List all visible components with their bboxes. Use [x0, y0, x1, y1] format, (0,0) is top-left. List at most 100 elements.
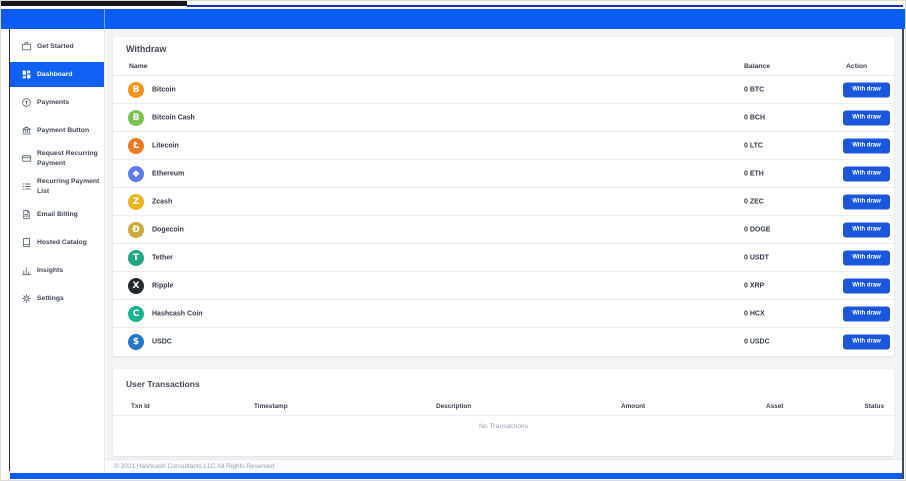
- sidebar-item-payment-button[interactable]: Payment Button: [10, 118, 104, 143]
- table-row: Z Zcash 0 ZEC With draw: [113, 187, 894, 215]
- footer: © 2021 Hashcash Consultants LLC All Righ…: [106, 459, 902, 473]
- payments-circle-icon: [21, 97, 32, 108]
- transactions-table-header: Txn Id Timestamp Description Amount Asset Sta…: [113, 397, 894, 416]
- sidebar-item-label: Request Recurring Payment: [37, 149, 100, 167]
- column-header-action: Action: [846, 63, 867, 70]
- withdraw-button[interactable]: With draw: [843, 194, 890, 209]
- column-header-name: Name: [129, 63, 148, 70]
- window-top-strip: [1, 1, 187, 6]
- coin-name: Hashcash Coin: [152, 310, 203, 317]
- table-row: Ł Litecoin 0 LTC With draw: [113, 131, 894, 159]
- hashcash-coin-icon: C: [128, 306, 144, 322]
- withdraw-button[interactable]: With draw: [843, 334, 890, 349]
- txn-column-status: Status: [864, 403, 884, 410]
- header-divider: [104, 9, 105, 29]
- sidebar-item-label: Payment Button: [37, 126, 89, 135]
- bank-icon: [21, 125, 32, 136]
- sidebar-item-email-billing[interactable]: Email Billing: [10, 202, 104, 227]
- coin-name: Litecoin: [152, 142, 179, 149]
- briefcase-icon: [21, 41, 32, 52]
- dogecoin-icon: Ð: [128, 222, 144, 238]
- gear-icon: [21, 293, 32, 304]
- transactions-empty-message: No Transactions: [113, 423, 894, 430]
- bottom-blue-bar: [10, 473, 902, 479]
- withdraw-button[interactable]: With draw: [843, 138, 890, 153]
- coin-balance: 0 LTC: [744, 142, 763, 149]
- coin-balance: 0 HCX: [744, 310, 765, 317]
- book-icon: [21, 237, 32, 248]
- window-top-line: [187, 5, 903, 7]
- withdraw-button[interactable]: With draw: [843, 278, 890, 293]
- transactions-card: User Transactions Txn Id Timestamp Descrip…: [113, 369, 894, 456]
- sidebar-item-settings[interactable]: Settings: [10, 286, 104, 311]
- txn-column-asset: Asset: [766, 403, 783, 410]
- zcash-icon: Z: [128, 194, 144, 210]
- main-content: Withdraw Name Balance Action B Bitcoin 0…: [106, 29, 902, 459]
- coin-balance: 0 ZEC: [744, 198, 764, 205]
- tether-icon: T: [128, 250, 144, 266]
- withdraw-title: Withdraw: [113, 37, 894, 54]
- coin-balance: 0 USDC: [744, 338, 770, 345]
- table-row: $ USDC 0 USDC With draw: [113, 327, 894, 355]
- coin-balance: 0 DOGE: [744, 226, 770, 233]
- coin-balance: 0 XRP: [744, 282, 764, 289]
- table-row: ◆ Ethereum 0 ETH With draw: [113, 159, 894, 187]
- sidebar-item-payments[interactable]: Payments: [10, 90, 104, 115]
- column-header-balance: Balance: [744, 63, 770, 70]
- coin-name: Ripple: [152, 282, 173, 289]
- bar-chart-icon: [21, 265, 32, 276]
- table-row: X Ripple 0 XRP With draw: [113, 271, 894, 299]
- withdraw-button[interactable]: With draw: [843, 306, 890, 321]
- ethereum-icon: ◆: [128, 166, 144, 182]
- bitcoin-cash-icon: B: [128, 110, 144, 126]
- table-row: Ð Dogecoin 0 DOGE With draw: [113, 215, 894, 243]
- txn-column-timestamp: Timestamp: [254, 403, 288, 410]
- bitcoin-icon: B: [128, 82, 144, 98]
- coin-balance: 0 BCH: [744, 114, 765, 121]
- coin-name: Zcash: [152, 198, 172, 205]
- sidebar-item-request-recurring-payment[interactable]: Request Recurring Payment: [10, 146, 104, 171]
- coin-balance: 0 ETH: [744, 170, 764, 177]
- withdraw-button[interactable]: With draw: [843, 166, 890, 181]
- withdraw-button[interactable]: With draw: [843, 250, 890, 265]
- coin-name: USDC: [152, 338, 172, 345]
- withdraw-card: Withdraw Name Balance Action B Bitcoin 0…: [113, 37, 894, 356]
- table-row: B Bitcoin 0 BTC With draw: [113, 75, 894, 103]
- sidebar-item-insights[interactable]: Insights: [10, 258, 104, 283]
- txn-column-amount: Amount: [621, 403, 645, 410]
- coin-balance: 0 USDT: [744, 254, 769, 261]
- coin-balance: 0 BTC: [744, 86, 764, 93]
- sidebar-item-hosted-catalog[interactable]: Hosted Catalog: [10, 230, 104, 255]
- litecoin-icon: Ł: [128, 138, 144, 154]
- sidebar-item-label: Email Billing: [37, 210, 78, 219]
- payment-card-icon: [21, 153, 32, 164]
- sidebar-item-label: Hosted Catalog: [37, 238, 87, 247]
- app-window: Get Started Dashboard Payments Payment B…: [0, 0, 906, 481]
- withdraw-table-header: Name Balance Action: [113, 54, 894, 75]
- sidebar-item-dashboard[interactable]: Dashboard: [10, 62, 104, 87]
- txn-column-txn-id: Txn Id: [131, 403, 150, 410]
- table-row: C Hashcash Coin 0 HCX With draw: [113, 299, 894, 327]
- sidebar-item-label: Dashboard: [37, 70, 73, 79]
- coin-name: Bitcoin Cash: [152, 114, 195, 121]
- sidebar-item-recurring-payment-list[interactable]: Recurring Payment List: [10, 174, 104, 199]
- table-row: B Bitcoin Cash 0 BCH With draw: [113, 103, 894, 131]
- withdraw-button[interactable]: With draw: [843, 82, 890, 97]
- coin-name: Tether: [152, 254, 173, 261]
- transactions-title: User Transactions: [113, 369, 894, 389]
- dashboard-grid-icon: [21, 69, 32, 80]
- sidebar-item-label: Get Started: [37, 42, 74, 51]
- ripple-icon: X: [128, 278, 144, 294]
- sidebar-item-label: Recurring Payment List: [37, 177, 100, 195]
- withdraw-button[interactable]: With draw: [843, 110, 890, 125]
- document-icon: [21, 209, 32, 220]
- usdc-icon: $: [128, 334, 144, 350]
- txn-column-description: Description: [436, 403, 471, 410]
- copyright-text: © 2021 Hashcash Consultants LLC All Righ…: [106, 460, 902, 473]
- header-bar: [1, 9, 905, 29]
- sidebar: Get Started Dashboard Payments Payment B…: [10, 29, 105, 471]
- sidebar-item-get-started[interactable]: Get Started: [10, 34, 104, 59]
- withdraw-table-body: B Bitcoin 0 BTC With draw B Bitcoin Cash…: [113, 75, 894, 355]
- list-icon: [21, 181, 32, 192]
- withdraw-button[interactable]: With draw: [843, 222, 890, 237]
